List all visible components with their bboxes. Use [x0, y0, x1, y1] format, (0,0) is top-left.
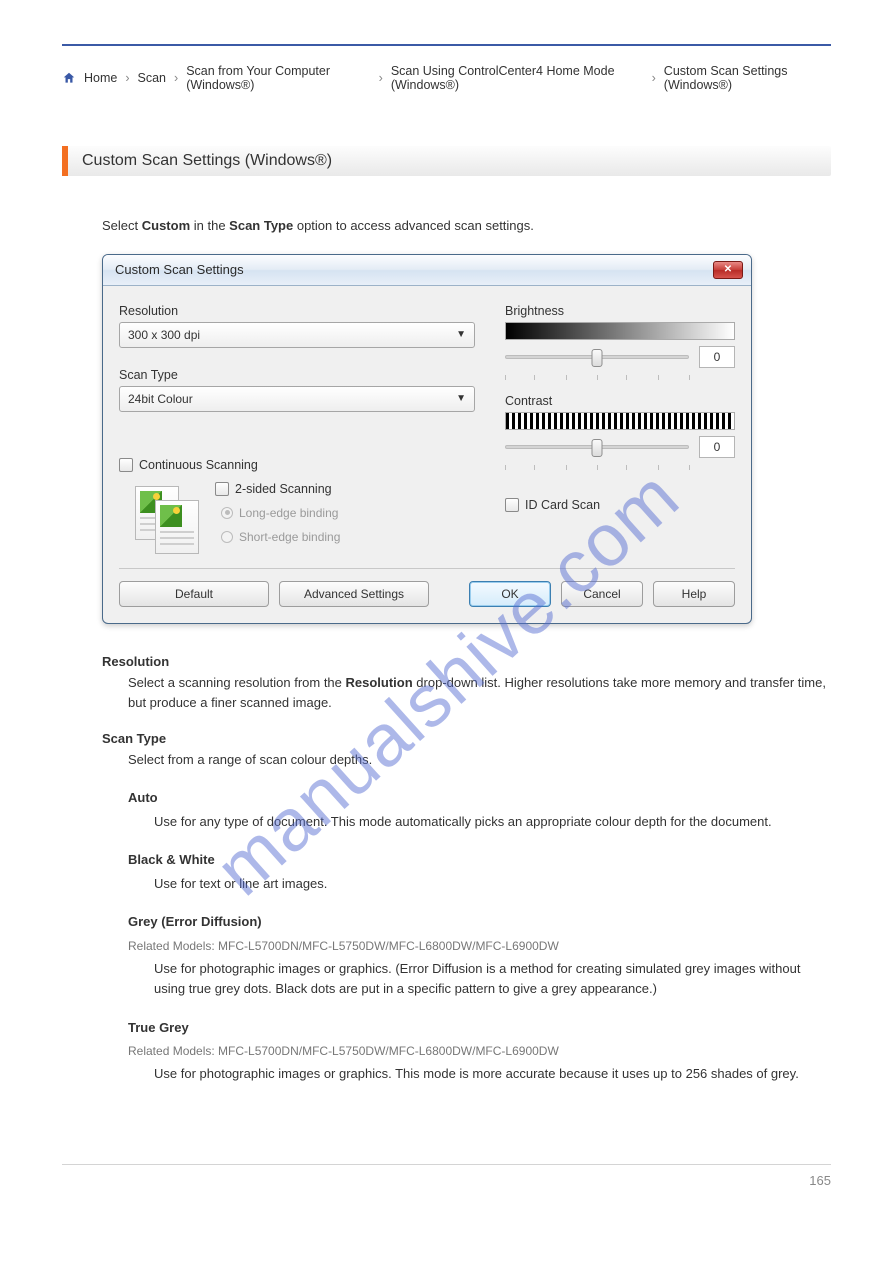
slider-thumb-icon[interactable] — [592, 349, 603, 367]
home-icon[interactable] — [62, 71, 76, 85]
dialog-titlebar: Custom Scan Settings ✕ — [103, 255, 751, 286]
help-button[interactable]: Help — [653, 581, 735, 607]
dialog-title: Custom Scan Settings — [115, 262, 244, 277]
contrast-label: Contrast — [505, 394, 735, 408]
resolution-value: 300 x 300 dpi — [128, 328, 200, 342]
top-rule — [62, 44, 831, 46]
chevron-right-icon: › — [174, 71, 178, 85]
field-bw-name: Black & White — [128, 850, 831, 870]
cancel-button[interactable]: Cancel — [561, 581, 643, 607]
section-accent — [62, 146, 68, 176]
field-scantype-desc: Select from a range of scan colour depth… — [128, 750, 831, 770]
long-edge-radio: Long-edge binding — [221, 506, 475, 520]
brightness-label: Brightness — [505, 304, 735, 318]
field-grey-name: Grey (Error Diffusion) — [128, 912, 831, 932]
resolution-label: Resolution — [119, 304, 475, 318]
contrast-slider[interactable] — [505, 445, 689, 449]
section-header: Custom Scan Settings (Windows®) — [62, 146, 831, 176]
continuous-label: Continuous Scanning — [139, 458, 258, 472]
contrast-value[interactable]: 0 — [699, 436, 735, 458]
breadcrumb-item[interactable]: Scan from Your Computer (Windows®) — [186, 64, 370, 92]
radio-icon — [221, 507, 233, 519]
idcard-checkbox[interactable]: ID Card Scan — [505, 498, 735, 512]
field-auto-name: Auto — [128, 788, 831, 808]
close-icon: ✕ — [724, 264, 732, 275]
scantype-value: 24bit Colour — [128, 392, 193, 406]
scantype-select[interactable]: 24bit Colour ▼ — [119, 386, 475, 412]
field-resolution-name: Resolution — [102, 654, 831, 669]
idcard-label: ID Card Scan — [525, 498, 600, 512]
page-number: 165 — [62, 1164, 831, 1188]
field-bw-desc: Use for text or line art images. — [154, 874, 831, 894]
slider-thumb-icon[interactable] — [592, 439, 603, 457]
slider-ticks — [505, 462, 689, 470]
checkbox-icon — [215, 482, 229, 496]
breadcrumb-item[interactable]: Scan — [138, 71, 167, 85]
short-edge-label: Short-edge binding — [239, 530, 340, 544]
resolution-select[interactable]: 300 x 300 dpi ▼ — [119, 322, 475, 348]
checkbox-icon — [505, 498, 519, 512]
long-edge-label: Long-edge binding — [239, 506, 338, 520]
field-grey-models: Related Models: MFC-L5700DN/MFC-L5750DW/… — [128, 937, 831, 956]
breadcrumb-item[interactable]: Home — [84, 71, 117, 85]
brightness-gradient — [505, 322, 735, 340]
brightness-slider[interactable] — [505, 355, 689, 359]
ok-button[interactable]: OK — [469, 581, 551, 607]
checkbox-icon — [119, 458, 133, 472]
field-truegrey-name: True Grey — [128, 1018, 831, 1038]
close-button[interactable]: ✕ — [713, 261, 743, 279]
chevron-right-icon: › — [379, 71, 383, 85]
continuous-scanning-checkbox[interactable]: Continuous Scanning — [119, 458, 475, 472]
field-truegrey-desc: Use for photographic images or graphics.… — [154, 1064, 831, 1084]
breadcrumb: Home › Scan › Scan from Your Computer (W… — [62, 64, 831, 92]
breadcrumb-item[interactable]: Scan Using ControlCenter4 Home Mode (Win… — [391, 64, 644, 92]
field-auto-desc: Use for any type of document. This mode … — [154, 812, 831, 832]
caret-down-icon: ▼ — [456, 393, 466, 404]
scantype-label: Scan Type — [119, 368, 475, 382]
slider-ticks — [505, 372, 689, 380]
lead-paragraph: Select Custom in the Scan Type option to… — [102, 216, 831, 236]
field-truegrey-models: Related Models: MFC-L5700DN/MFC-L5750DW/… — [128, 1042, 831, 1061]
default-button[interactable]: Default — [119, 581, 269, 607]
advanced-settings-button[interactable]: Advanced Settings — [279, 581, 429, 607]
two-sided-label: 2-sided Scanning — [235, 482, 332, 496]
caret-down-icon: ▼ — [456, 329, 466, 340]
lead-text: Select — [102, 218, 142, 233]
lead-bold: Custom — [142, 218, 190, 233]
lead-text: in the — [190, 218, 229, 233]
chevron-right-icon: › — [652, 71, 656, 85]
section-title: Custom Scan Settings (Windows®) — [82, 152, 332, 170]
custom-scan-dialog: Custom Scan Settings ✕ Resolution 300 x … — [102, 254, 752, 624]
chevron-right-icon: › — [125, 71, 129, 85]
lead-bold: Scan Type — [229, 218, 293, 233]
lead-text: option to access advanced scan settings. — [293, 218, 534, 233]
two-sided-illustration — [135, 486, 201, 558]
brightness-value[interactable]: 0 — [699, 346, 735, 368]
breadcrumb-item[interactable]: Custom Scan Settings (Windows®) — [664, 64, 831, 92]
contrast-pattern — [505, 412, 735, 430]
two-sided-checkbox[interactable]: 2-sided Scanning — [215, 482, 475, 496]
radio-icon — [221, 531, 233, 543]
field-scantype-name: Scan Type — [102, 731, 831, 746]
short-edge-radio: Short-edge binding — [221, 530, 475, 544]
field-grey-desc: Use for photographic images or graphics.… — [154, 959, 831, 999]
field-resolution-desc: Select a scanning resolution from the Re… — [128, 673, 831, 713]
